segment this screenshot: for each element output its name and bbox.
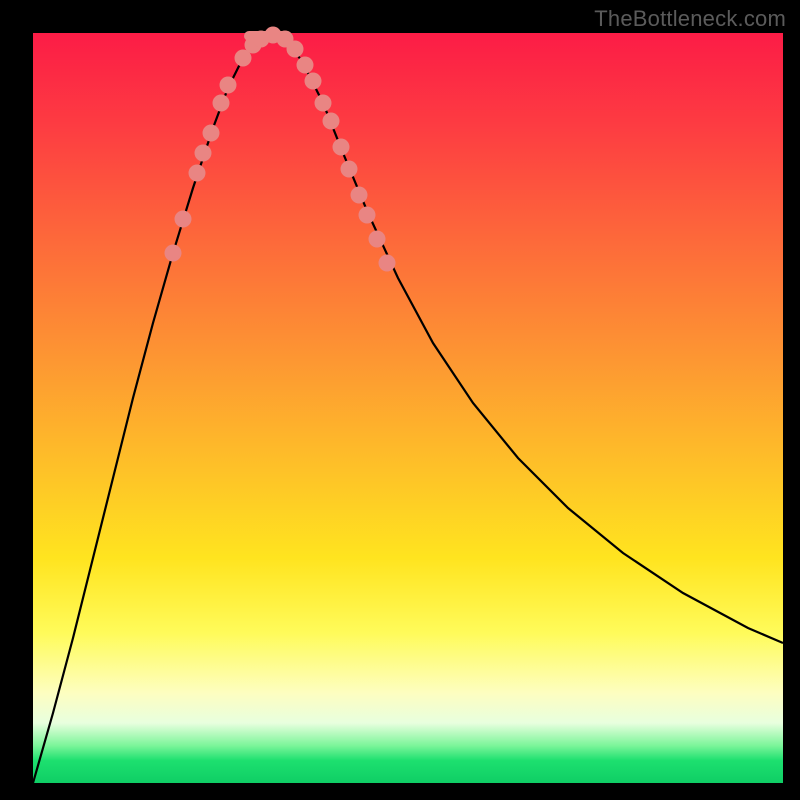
highlight-dot — [203, 125, 220, 142]
highlight-dot — [189, 165, 206, 182]
chart-svg — [33, 33, 783, 783]
highlight-dot — [165, 245, 182, 262]
highlight-dot — [359, 207, 376, 224]
highlight-dot — [305, 73, 322, 90]
highlight-dot — [213, 95, 230, 112]
highlight-dot — [297, 57, 314, 74]
highlight-dot — [351, 187, 368, 204]
highlight-dot — [379, 255, 396, 272]
highlight-dot — [323, 113, 340, 130]
highlight-dot — [175, 211, 192, 228]
highlight-dot — [341, 161, 358, 178]
highlight-dot — [195, 145, 212, 162]
highlight-dot — [333, 139, 350, 156]
highlight-dot — [220, 77, 237, 94]
highlight-dot — [315, 95, 332, 112]
chart-frame: TheBottleneck.com — [0, 0, 800, 800]
highlight-dots — [165, 27, 396, 272]
bottleneck-curve — [33, 35, 783, 783]
highlight-dot — [369, 231, 386, 248]
watermark-text: TheBottleneck.com — [594, 6, 786, 32]
highlight-dot — [287, 41, 304, 58]
plot-area — [33, 33, 783, 783]
